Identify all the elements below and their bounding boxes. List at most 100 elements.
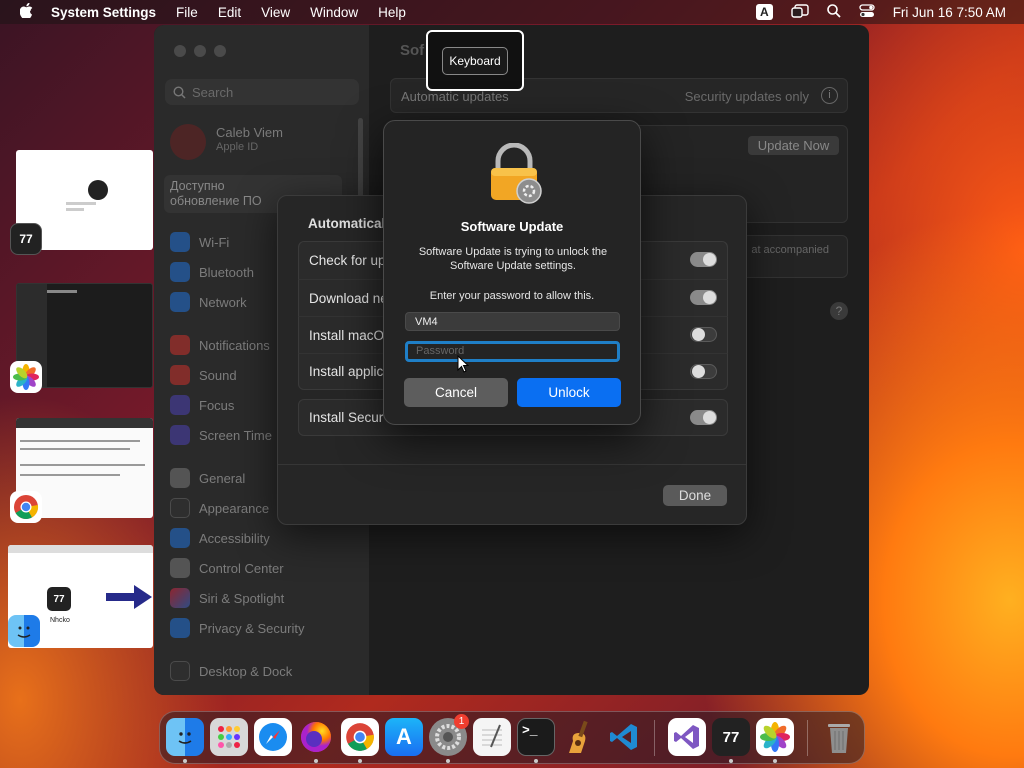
username-field[interactable]: VM4 — [405, 312, 620, 331]
nhcko-app-icon[interactable]: 77 — [10, 223, 42, 255]
running-indicator — [183, 759, 187, 763]
sidebar-item-label: Focus — [199, 397, 235, 413]
install-app-updates-toggle[interactable] — [690, 364, 717, 379]
sidebar-item-label: Sound — [199, 367, 237, 383]
sidebar-item-label: Screen Time — [199, 427, 272, 443]
photos-app-icon[interactable] — [10, 361, 42, 393]
appearance-icon — [170, 498, 190, 518]
minimize-window-button[interactable] — [194, 45, 206, 57]
automatic-updates-value: Security updates only — [684, 89, 809, 104]
sidebar-item-label: Accessibility — [199, 530, 270, 546]
sidebar-item-label: Privacy & Security — [199, 620, 305, 636]
dock-garageband[interactable] — [561, 718, 599, 756]
notifications-icon — [170, 335, 190, 355]
row-label: Download ne — [309, 290, 388, 306]
apple-menu-icon[interactable] — [19, 2, 33, 22]
info-icon[interactable]: i — [821, 87, 838, 104]
dock-vscode[interactable] — [605, 718, 643, 756]
sidebar-item-label: Appearance — [199, 500, 270, 516]
siri-icon — [170, 588, 190, 608]
sidebar-item-network[interactable]: Network — [170, 291, 247, 313]
zoom-window-button[interactable] — [214, 45, 226, 57]
sidebar-item-focus[interactable]: Focus — [170, 394, 234, 416]
running-indicator — [534, 759, 538, 763]
user-subtitle: Apple ID — [216, 141, 259, 153]
unlock-button[interactable]: Unlock — [517, 378, 621, 407]
sidebar-item-sound[interactable]: Sound — [170, 364, 237, 386]
search-input[interactable]: Search — [165, 79, 359, 105]
stage-manager-icon[interactable] — [790, 3, 809, 21]
dock-trash[interactable] — [820, 718, 858, 756]
sidebar-item-notifications[interactable]: Notifications — [170, 334, 270, 356]
notification-badge: 1 — [454, 714, 469, 729]
sidebar-item-privacy-security[interactable]: Privacy & Security — [170, 617, 304, 639]
clock[interactable]: Fri Jun 16 7:50 AM — [893, 5, 1006, 20]
row-label: Install macO — [309, 327, 385, 343]
menu-view[interactable]: View — [261, 5, 290, 20]
check-updates-toggle[interactable] — [690, 252, 717, 267]
chrome-app-icon[interactable] — [10, 491, 42, 523]
done-button[interactable]: Done — [663, 485, 727, 506]
mouse-pointer-icon — [457, 355, 469, 373]
menu-window[interactable]: Window — [310, 5, 358, 20]
install-security-toggle[interactable] — [690, 410, 717, 425]
dialog-prompt: Enter your password to allow this. — [429, 290, 595, 302]
finder-app-icon[interactable] — [8, 615, 40, 647]
dock-terminal[interactable]: >_ — [517, 718, 555, 756]
dock-visual-studio[interactable] — [668, 718, 706, 756]
sheet-title: Automatical — [308, 216, 386, 231]
desktop-dock-icon — [170, 661, 190, 681]
sidebar-item-screen-time[interactable]: Screen Time — [170, 424, 272, 446]
search-icon — [173, 85, 186, 99]
keyboard-label: Keyboard — [442, 46, 508, 75]
sidebar-item-label: Siri & Spotlight — [199, 590, 285, 606]
download-updates-toggle[interactable] — [690, 290, 717, 305]
running-indicator — [446, 759, 450, 763]
row-label: Install Secur — [309, 410, 384, 425]
accompanied-text: at accompanied — [751, 244, 829, 256]
menu-help[interactable]: Help — [378, 5, 406, 20]
wifi-icon — [170, 232, 190, 252]
row-label: Install applic — [309, 364, 384, 379]
sidebar-item-desktop-dock[interactable]: Desktop & Dock — [170, 660, 292, 682]
sidebar-item-label: Wi-Fi — [199, 234, 230, 250]
dock-launchpad[interactable] — [210, 718, 248, 756]
sidebar-item-control-center[interactable]: Control Center — [170, 557, 284, 579]
help-icon[interactable]: ? — [830, 302, 848, 320]
sidebar-item-appearance[interactable]: Appearance — [170, 497, 269, 519]
sidebar-item-label: General — [199, 470, 246, 486]
menu-app-name[interactable]: System Settings — [51, 5, 156, 20]
sidebar-item-general[interactable]: General — [170, 467, 245, 489]
running-indicator — [314, 759, 318, 763]
spotlight-search-icon[interactable] — [826, 3, 841, 21]
cancel-button[interactable]: Cancel — [404, 378, 508, 407]
accessibility-icon — [170, 528, 190, 548]
dock-nhcko[interactable]: 77 — [712, 718, 750, 756]
update-now-button[interactable]: Update Now — [748, 136, 839, 155]
dock-textedit[interactable] — [473, 718, 511, 756]
sidebar-item-wifi[interactable]: Wi-Fi — [170, 231, 229, 253]
sidebar-item-accessibility[interactable]: Accessibility — [170, 527, 270, 549]
apple-id-item[interactable]: Caleb Viem Apple ID — [170, 121, 360, 161]
input-source-icon[interactable]: A — [756, 4, 773, 20]
close-window-button[interactable] — [174, 45, 186, 57]
dock-separator — [807, 720, 808, 756]
dock-app-store[interactable]: A — [385, 718, 423, 756]
password-field[interactable]: Password — [405, 341, 620, 362]
dock-chrome[interactable] — [341, 718, 379, 756]
dock-finder[interactable] — [166, 718, 204, 756]
avatar — [170, 124, 206, 160]
sidebar-item-label: Notifications — [199, 337, 270, 353]
control-center-icon[interactable] — [859, 3, 875, 21]
menu-file[interactable]: File — [176, 5, 198, 20]
dock-separator — [654, 720, 655, 756]
dock: A 1 >_ 77 — [159, 711, 865, 764]
sidebar-item-bluetooth[interactable]: Bluetooth — [170, 261, 254, 283]
sidebar-item-siri-spotlight[interactable]: Siri & Spotlight — [170, 587, 284, 609]
install-macos-toggle[interactable] — [690, 327, 717, 342]
dock-firefox[interactable] — [297, 718, 335, 756]
dock-safari[interactable] — [254, 718, 292, 756]
dock-photos[interactable] — [756, 718, 794, 756]
menu-edit[interactable]: Edit — [218, 5, 241, 20]
keyboard-indicator: Keyboard — [426, 30, 524, 91]
